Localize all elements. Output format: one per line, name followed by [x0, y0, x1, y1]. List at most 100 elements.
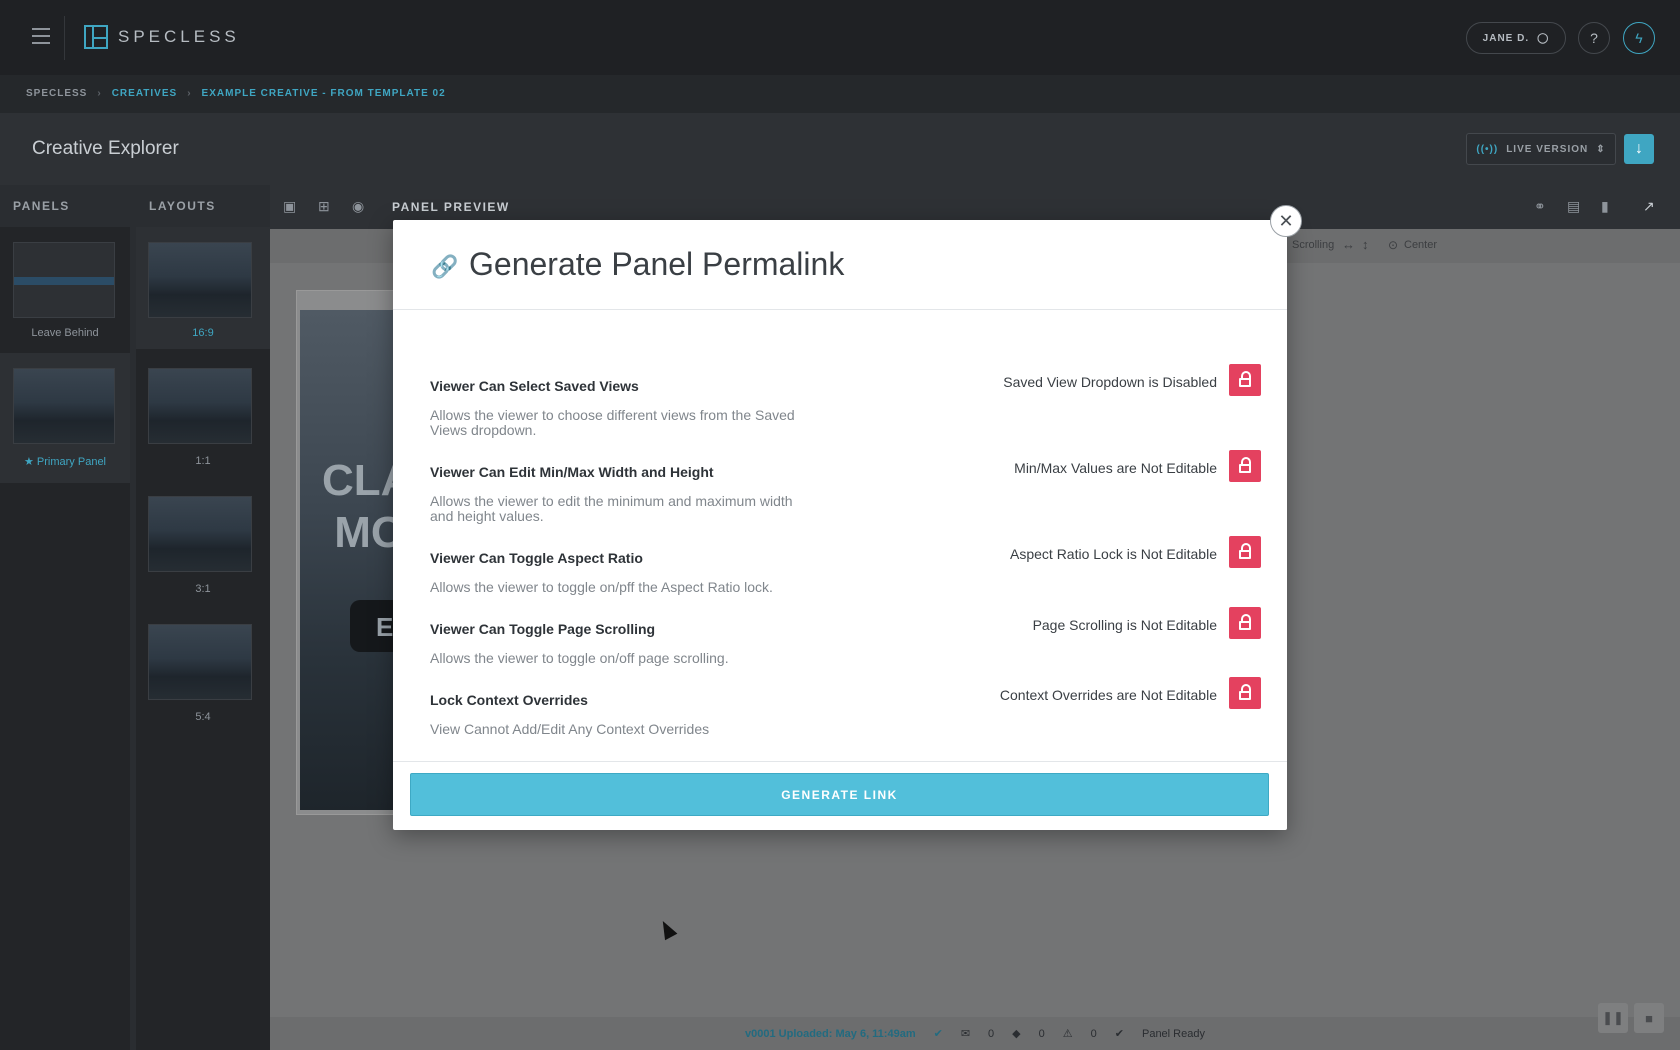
option-status: Saved View Dropdown is Disabled — [1003, 374, 1217, 390]
panels-heading: PANELS — [0, 185, 130, 227]
lock-icon — [1239, 543, 1251, 559]
center-icon: ⊙ — [1388, 238, 1399, 252]
power-button[interactable]: ϟ — [1623, 22, 1655, 54]
check-circle-icon: ✔ — [933, 1028, 943, 1040]
option-description: Allows the viewer to toggle on/off page … — [430, 650, 729, 666]
title-bar: Creative Explorer — [0, 113, 1680, 185]
breadcrumb: SPECLESS › CREATIVES › EXAMPLE CREATIVE … — [26, 88, 446, 99]
lock-icon — [1239, 684, 1251, 700]
question-icon: ? — [1590, 30, 1598, 46]
lock-toggle-button[interactable] — [1229, 536, 1261, 568]
eye-icon[interactable]: ◉ — [352, 199, 370, 213]
user-menu-button[interactable]: JANE D. ◯ — [1466, 22, 1566, 54]
chevron-right-icon: › — [187, 88, 192, 99]
preview-title: PANEL PREVIEW — [392, 200, 510, 214]
globe-icon[interactable]: ⚭ — [1534, 199, 1552, 213]
comment-icon: ✉ — [960, 1028, 971, 1040]
panel-label-text: Primary Panel — [36, 456, 106, 468]
ready-check-icon: ✔ — [1114, 1028, 1124, 1040]
generate-link-button[interactable]: GENERATE LINK — [410, 773, 1269, 816]
panel-thumbnail-leave-behind[interactable] — [13, 242, 115, 318]
user-avatar-icon: ◯ — [1537, 32, 1550, 44]
diamond-count: 0 — [1038, 1027, 1045, 1040]
divider — [64, 16, 65, 60]
layout-thumbnail-5-4[interactable] — [148, 624, 252, 700]
panels-sidebar: PANELS Leave Behind ★ Primary Panel — [0, 185, 130, 1050]
layouts-sidebar: LAYOUTS 16:9 1:1 3:1 5:4 — [136, 185, 270, 1050]
star-icon: ★ — [23, 456, 34, 468]
grid-view-icon[interactable]: ⊞ — [318, 199, 336, 213]
status-bar: v0001 Uploaded: May 6, 11:49am ✔ ✉ 0 ◆ 0 ⚠… — [270, 1017, 1680, 1050]
version-select[interactable]: ((•)) LIVE VERSION ⇕ — [1466, 133, 1616, 165]
option-description: Allows the viewer to choose different vi… — [430, 407, 795, 438]
option-title: Viewer Can Edit Min/Max Width and Height — [430, 464, 714, 480]
lock-toggle-button[interactable] — [1229, 364, 1261, 396]
option-title: Viewer Can Toggle Page Scrolling — [430, 621, 656, 637]
breadcrumb-item[interactable]: EXAMPLE CREATIVE - FROM TEMPLATE 02 — [202, 88, 446, 99]
download-icon: ↓ — [1635, 140, 1643, 157]
lock-toggle-button[interactable] — [1229, 450, 1261, 482]
option-description: View Cannot Add/Edit Any Context Overrid… — [430, 721, 710, 737]
lock-icon — [1239, 371, 1251, 387]
layout-label[interactable]: 1:1 — [136, 455, 270, 467]
option-status: Min/Max Values are Not Editable — [1014, 460, 1217, 476]
panel-label[interactable]: Leave Behind — [0, 327, 130, 339]
logo-mark-icon — [84, 25, 108, 49]
version-label: LIVE VERSION — [1506, 143, 1589, 155]
lock-toggle-button[interactable] — [1229, 677, 1261, 709]
close-modal-button[interactable]: ✕ — [1270, 205, 1302, 237]
top-bar — [0, 0, 1680, 75]
image-icon[interactable]: ■ — [1634, 1003, 1664, 1033]
chevron-updown-icon: ⇕ — [1596, 143, 1606, 155]
layout-thumbnail-1-1[interactable] — [148, 368, 252, 444]
option-status: Page Scrolling is Not Editable — [1032, 617, 1217, 633]
breadcrumb-item[interactable]: CREATIVES — [112, 88, 178, 99]
pause-icon[interactable]: ❚❚ — [1598, 1003, 1628, 1033]
panel-ready-label: Panel Ready — [1141, 1027, 1205, 1040]
modal-header: 🔗 Generate Panel Permalink — [393, 220, 1287, 310]
lock-icon — [1239, 614, 1251, 630]
user-name: JANE D. — [1482, 32, 1530, 44]
broadcast-icon: ((•)) — [1476, 143, 1499, 155]
lightning-icon: ϟ — [1635, 30, 1643, 46]
help-button[interactable]: ? — [1578, 22, 1610, 54]
modal-title: Generate Panel Permalink — [469, 246, 845, 282]
option-title: Viewer Can Select Saved Views — [430, 378, 639, 394]
layout-thumbnail-16-9[interactable] — [148, 242, 252, 318]
layout-label[interactable]: 16:9 — [136, 327, 270, 339]
chart-icon[interactable]: ▤ — [1567, 199, 1585, 213]
chevron-right-icon: › — [97, 88, 102, 99]
center-label[interactable]: Center — [1404, 239, 1437, 251]
logo-text: SPECLESS — [118, 27, 240, 46]
resize-vertical-icon[interactable]: ↕ — [1362, 237, 1369, 252]
warning-count: 0 — [1090, 1027, 1097, 1040]
link-icon: 🔗 — [431, 254, 459, 279]
resize-horizontal-icon[interactable]: ↔ — [1342, 237, 1355, 252]
comment-count: 0 — [988, 1027, 995, 1040]
layout-thumbnail-3-1[interactable] — [148, 496, 252, 572]
terminal-icon[interactable]: ▮ — [1601, 199, 1619, 213]
option-description: Allows the viewer to edit the minimum an… — [430, 493, 793, 524]
app-logo[interactable]: SPECLESS — [84, 25, 240, 49]
lock-toggle-button[interactable] — [1229, 607, 1261, 639]
menu-icon[interactable] — [32, 28, 50, 44]
close-icon: ✕ — [1278, 210, 1294, 231]
permalink-modal: 🔗 Generate Panel Permalink Viewer Can Se… — [393, 220, 1287, 830]
panel-thumbnail-primary[interactable] — [13, 368, 115, 444]
warning-icon: ⚠ — [1062, 1028, 1073, 1040]
modal-footer: GENERATE LINK — [393, 761, 1287, 830]
layout-label[interactable]: 3:1 — [136, 583, 270, 595]
single-view-icon[interactable]: ▣ — [283, 199, 301, 213]
layout-label[interactable]: 5:4 — [136, 711, 270, 723]
breadcrumb-item[interactable]: SPECLESS — [26, 88, 87, 99]
panel-label[interactable]: ★ Primary Panel — [0, 455, 130, 468]
external-link-icon[interactable]: ↗ — [1643, 199, 1661, 213]
download-button[interactable]: ↓ — [1624, 134, 1654, 164]
option-status: Aspect Ratio Lock is Not Editable — [1010, 546, 1217, 562]
option-description: Allows the viewer to toggle on/pff the A… — [430, 579, 773, 595]
diamond-icon: ◆ — [1012, 1028, 1021, 1040]
lock-icon — [1239, 457, 1251, 473]
version-status[interactable]: v0001 Uploaded: May 6, 11:49am — [745, 1028, 916, 1040]
page-title: Creative Explorer — [32, 138, 179, 159]
option-title: Lock Context Overrides — [430, 692, 588, 708]
